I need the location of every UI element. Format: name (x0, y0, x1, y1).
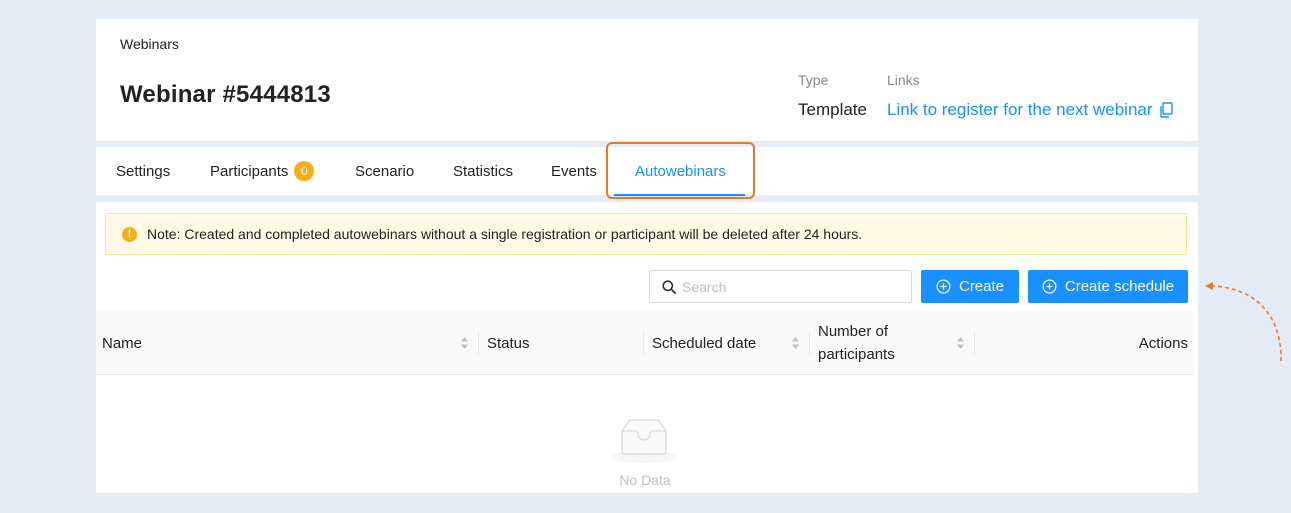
search-icon (662, 279, 676, 294)
create-schedule-button-label: Create schedule (1064, 278, 1175, 295)
page-title: Webinar #5444813 (120, 81, 331, 108)
column-divider (643, 331, 644, 355)
sort-icon[interactable] (956, 335, 965, 351)
tab-participants[interactable]: Participants 0 (210, 147, 315, 195)
column-participants-line1: Number of (818, 323, 889, 340)
empty-inbox-icon (612, 419, 676, 463)
search-box[interactable] (649, 270, 912, 303)
type-value: Template (798, 100, 867, 119)
column-actions: Actions (1138, 334, 1188, 352)
table-header: Name Status Scheduled date Number of par… (96, 311, 1194, 375)
tab-autowebinars[interactable]: Autowebinars (635, 147, 726, 195)
register-link-label: Link to register for the next webinar (887, 100, 1153, 119)
note-alert: ! Note: Created and completed autowebina… (105, 213, 1187, 255)
search-input[interactable] (682, 278, 902, 295)
tab-events[interactable]: Events (551, 147, 597, 195)
tab-bar: Settings Participants 0 Scenario Statisti… (96, 147, 1198, 196)
column-divider (478, 331, 479, 355)
breadcrumb[interactable]: Webinars (120, 36, 179, 52)
create-button-label: Create (958, 278, 1005, 295)
column-divider (974, 331, 975, 355)
empty-state-text: No Data (619, 472, 671, 488)
sort-icon[interactable] (460, 335, 469, 351)
column-scheduled-date[interactable]: Scheduled date (652, 311, 756, 375)
alert-text: Note: Created and completed autowebinars… (147, 226, 863, 242)
sort-icon[interactable] (791, 335, 800, 351)
type-label: Type (798, 72, 829, 88)
exclamation-icon: ! (122, 226, 137, 242)
tab-scenario[interactable]: Scenario (355, 147, 414, 195)
column-participants-line2: participants (818, 346, 895, 363)
copy-icon[interactable] (1159, 102, 1173, 118)
column-name[interactable]: Name (102, 311, 142, 375)
column-participants[interactable]: Number of participants (818, 311, 895, 375)
links-label: Links (887, 72, 920, 88)
plus-circle-icon (1042, 279, 1057, 294)
autowebinars-panel: ! Note: Created and completed autowebina… (96, 202, 1198, 493)
create-button[interactable]: Create (921, 270, 1019, 303)
tab-statistics[interactable]: Statistics (453, 147, 513, 195)
participants-count-badge: 0 (294, 161, 315, 182)
column-divider (809, 331, 810, 355)
register-link[interactable]: Link to register for the next webinar (887, 100, 1173, 120)
plus-circle-icon (936, 279, 951, 294)
tab-settings[interactable]: Settings (116, 147, 170, 195)
tab-participants-label: Participants (210, 163, 289, 180)
annotation-arrow (1205, 282, 1282, 362)
webinar-header: Webinars Webinar #5444813 Type Template … (96, 19, 1198, 141)
create-schedule-button[interactable]: Create schedule (1028, 270, 1188, 303)
active-tab-indicator (614, 194, 745, 196)
column-status: Status (487, 334, 530, 352)
